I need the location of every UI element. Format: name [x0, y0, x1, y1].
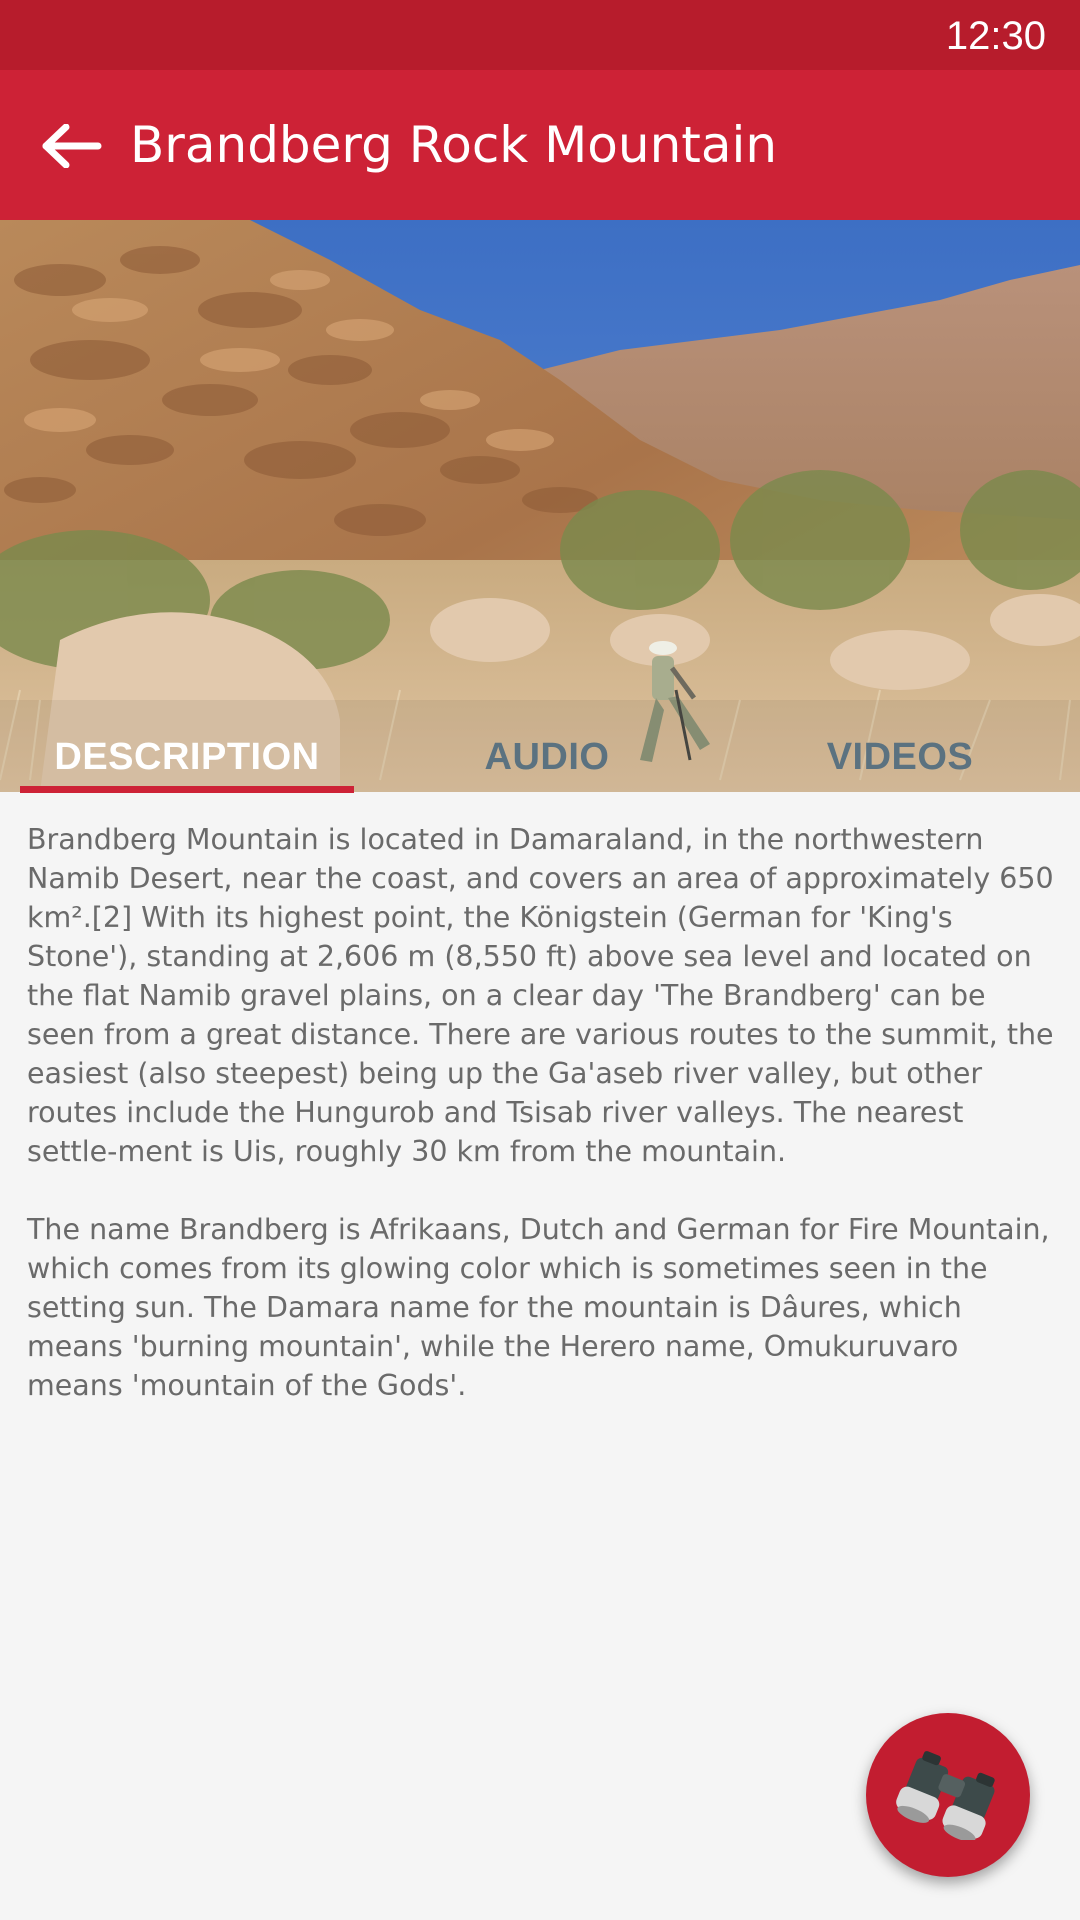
- tab-indicator: [20, 786, 354, 793]
- app-bar: Brandberg Rock Mountain: [0, 70, 1080, 220]
- status-time: 12:30: [945, 14, 1046, 58]
- page-title: Brandberg Rock Mountain: [130, 116, 778, 174]
- hero-image: [0, 220, 1080, 792]
- hero-photo: [0, 220, 1080, 792]
- tab-audio[interactable]: AUDIO: [440, 722, 654, 792]
- back-button[interactable]: [36, 110, 108, 182]
- tab-bar: DESCRIPTION AUDIO VIDEOS: [0, 722, 1080, 793]
- tab-description[interactable]: DESCRIPTION: [20, 722, 354, 792]
- binoculars-icon: [896, 1751, 995, 1840]
- description-paragraph: The name Brandberg is Afrikaans, Dutch a…: [27, 1213, 1050, 1402]
- arrow-left-icon: [42, 124, 102, 168]
- tab-videos[interactable]: VIDEOS: [790, 722, 1010, 792]
- binoculars-button[interactable]: [866, 1713, 1030, 1877]
- description-paragraph: Brandberg Mountain is located in Damaral…: [27, 823, 1054, 1168]
- description-content: Brandberg Mountain is located in Damaral…: [27, 820, 1057, 1444]
- status-bar: 12:30: [0, 0, 1080, 70]
